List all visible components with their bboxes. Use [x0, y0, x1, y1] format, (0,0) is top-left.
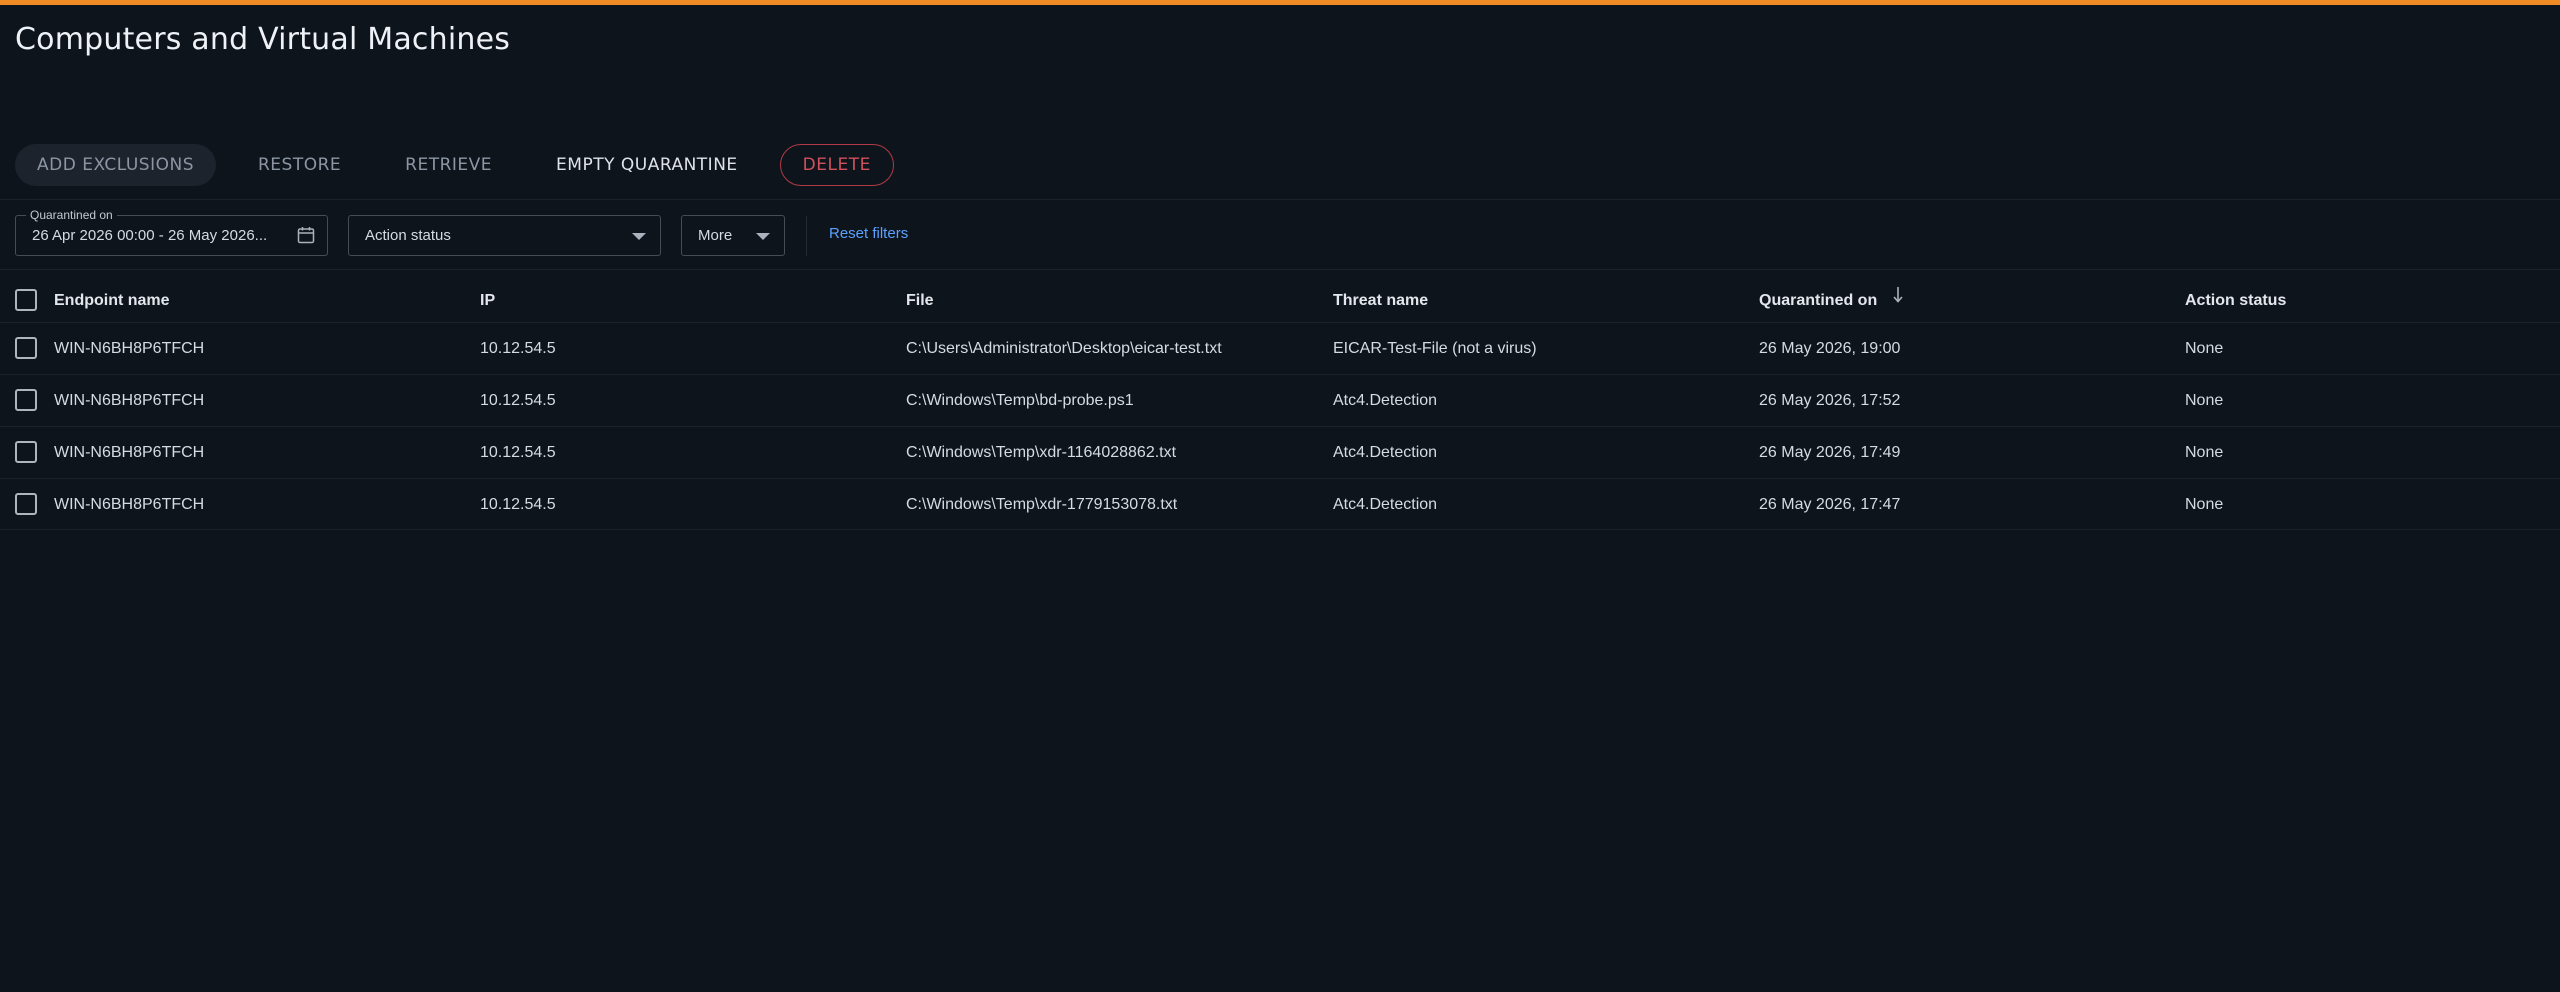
column-header-file[interactable]: File [906, 292, 934, 310]
cell-ip: 10.12.54.5 [480, 496, 556, 513]
column-header-ip[interactable]: IP [480, 292, 495, 310]
more-filter-value: More [698, 227, 733, 244]
toolbar-divider [0, 199, 2560, 200]
cell-threat-name: Atc4.Detection [1333, 496, 1438, 513]
table-row[interactable]: WIN-N6BH8P6TFCH 10.12.54.5 C:\Windows\Te… [0, 426, 2560, 478]
cell-file: C:\Windows\Temp\bd-probe.ps1 [906, 392, 1134, 409]
table-row[interactable]: WIN-N6BH8P6TFCH 10.12.54.5 C:\Windows\Te… [0, 478, 2560, 530]
accent-top-bar [0, 0, 2560, 5]
reset-filters-link[interactable]: Reset filters [829, 225, 908, 242]
cell-ip: 10.12.54.5 [480, 444, 556, 461]
page-title: Computers and Virtual Machines [15, 22, 511, 57]
cell-quarantined-on: 26 May 2026, 17:49 [1759, 444, 1901, 461]
cell-threat-name: Atc4.Detection [1333, 444, 1438, 461]
column-header-threat-name[interactable]: Threat name [1333, 292, 1428, 310]
select-all-checkbox[interactable] [15, 289, 37, 311]
cell-quarantined-on: 26 May 2026, 17:52 [1759, 392, 1901, 409]
chevron-down-icon [632, 233, 646, 240]
cell-file: C:\Users\Administrator\Desktop\eicar-tes… [906, 340, 1222, 357]
cell-action-status: None [2185, 444, 2224, 461]
add-exclusions-button[interactable]: ADD EXCLUSIONS [15, 144, 216, 186]
quarantined-on-filter[interactable]: Quarantined on 26 Apr 2026 00:00 - 26 Ma… [15, 208, 328, 256]
table-header: Endpoint name IP File Threat name Quaran… [0, 278, 2560, 322]
action-status-filter-value: Action status [365, 227, 451, 244]
cell-action-status: None [2185, 340, 2224, 357]
empty-quarantine-button[interactable]: EMPTY QUARANTINE [534, 144, 760, 186]
cell-endpoint-name: WIN-N6BH8P6TFCH [54, 340, 205, 357]
row-checkbox[interactable] [15, 389, 37, 411]
quarantined-on-filter-value: 26 Apr 2026 00:00 - 26 May 2026... [32, 227, 268, 244]
row-checkbox[interactable] [15, 493, 37, 515]
table-row[interactable]: WIN-N6BH8P6TFCH 10.12.54.5 C:\Windows\Te… [0, 374, 2560, 426]
restore-button[interactable]: RESTORE [236, 144, 363, 186]
action-toolbar: ADD EXCLUSIONS RESTORE RETRIEVE EMPTY QU… [15, 144, 894, 186]
cell-file: C:\Windows\Temp\xdr-1164028862.txt [906, 444, 1177, 461]
cell-action-status: None [2185, 392, 2224, 409]
cell-action-status: None [2185, 496, 2224, 513]
calendar-icon[interactable] [297, 226, 315, 244]
cell-ip: 10.12.54.5 [480, 340, 556, 357]
more-filter[interactable]: More [681, 215, 785, 256]
filter-divider [806, 216, 807, 256]
table-row[interactable]: WIN-N6BH8P6TFCH 10.12.54.5 C:\Users\Admi… [0, 322, 2560, 374]
filters-divider [0, 269, 2560, 270]
cell-quarantined-on: 26 May 2026, 19:00 [1759, 340, 1901, 357]
quarantined-on-filter-label: Quarantined on [26, 208, 117, 222]
column-header-endpoint-name[interactable]: Endpoint name [54, 292, 170, 310]
retrieve-button[interactable]: RETRIEVE [383, 144, 514, 186]
delete-button[interactable]: DELETE [779, 144, 894, 186]
column-header-action-status[interactable]: Action status [2185, 292, 2286, 310]
cell-threat-name: EICAR-Test-File (not a virus) [1333, 340, 1537, 357]
cell-endpoint-name: WIN-N6BH8P6TFCH [54, 496, 205, 513]
row-checkbox[interactable] [15, 441, 37, 463]
cell-endpoint-name: WIN-N6BH8P6TFCH [54, 392, 205, 409]
action-status-filter[interactable]: Action status [348, 215, 661, 256]
cell-ip: 10.12.54.5 [480, 392, 556, 409]
cell-threat-name: Atc4.Detection [1333, 392, 1438, 409]
cell-endpoint-name: WIN-N6BH8P6TFCH [54, 444, 205, 461]
cell-quarantined-on: 26 May 2026, 17:47 [1759, 496, 1901, 513]
chevron-down-icon [756, 233, 770, 240]
row-checkbox[interactable] [15, 337, 37, 359]
sort-descending-icon[interactable] [1891, 286, 1905, 304]
cell-file: C:\Windows\Temp\xdr-1779153078.txt [906, 496, 1178, 513]
column-header-quarantined-on[interactable]: Quarantined on [1759, 292, 1877, 310]
